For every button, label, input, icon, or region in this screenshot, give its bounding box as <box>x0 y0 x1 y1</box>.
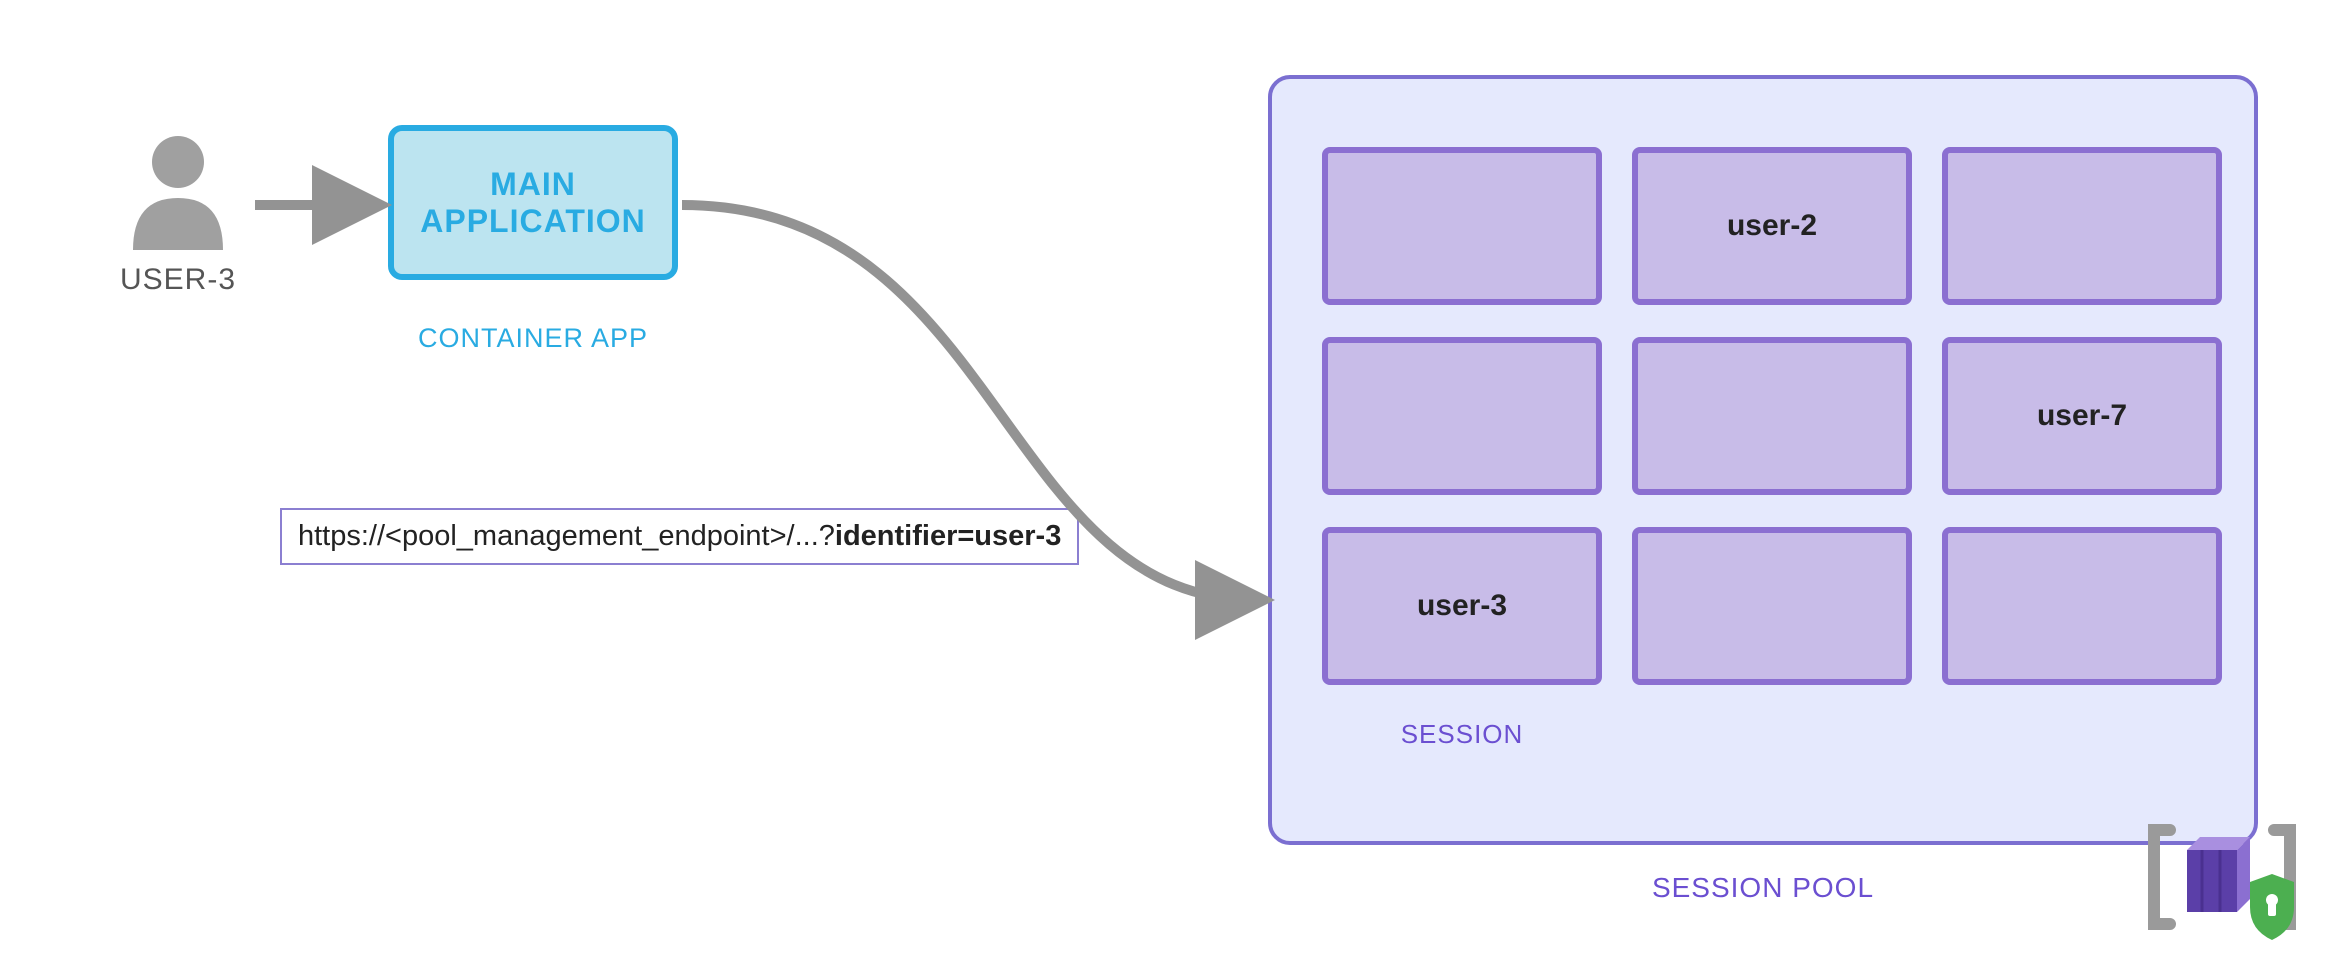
url-box: https://<pool_management_endpoint>/...?i… <box>280 508 1079 565</box>
session-cell <box>1942 527 2222 685</box>
session-label: SESSION <box>1322 719 1602 750</box>
container-app-box: MAIN APPLICATION <box>388 125 678 280</box>
container-app-title-line2: APPLICATION <box>420 203 646 239</box>
session-cell: user-2 <box>1632 147 1912 305</box>
container-app-title: MAIN APPLICATION <box>420 166 646 240</box>
container-app-subtitle: CONTAINER APP <box>388 323 678 354</box>
session-cell: user-3 <box>1322 527 1602 685</box>
session-cell: user-7 <box>1942 337 2222 495</box>
session-grid: user-2 user-7 user-3 <box>1322 147 2222 685</box>
container-security-icon <box>2142 812 2302 942</box>
session-cell <box>1942 147 2222 305</box>
user-block: USER-3 <box>120 130 236 297</box>
url-identifier: identifier=user-3 <box>835 520 1061 552</box>
session-cell <box>1322 337 1602 495</box>
session-pool-box: user-2 user-7 user-3 SESSION <box>1268 75 2258 845</box>
container-app-title-line1: MAIN <box>490 166 576 202</box>
url-prefix: https://<pool_management_endpoint>/...? <box>298 520 835 552</box>
user-label: USER-3 <box>120 263 236 297</box>
architecture-diagram: USER-3 MAIN APPLICATION CONTAINER APP ht… <box>0 0 2332 972</box>
session-pool-label: SESSION POOL <box>1268 872 2258 904</box>
user-icon <box>123 130 233 250</box>
session-cell <box>1632 527 1912 685</box>
session-cell <box>1632 337 1912 495</box>
session-cell <box>1322 147 1602 305</box>
